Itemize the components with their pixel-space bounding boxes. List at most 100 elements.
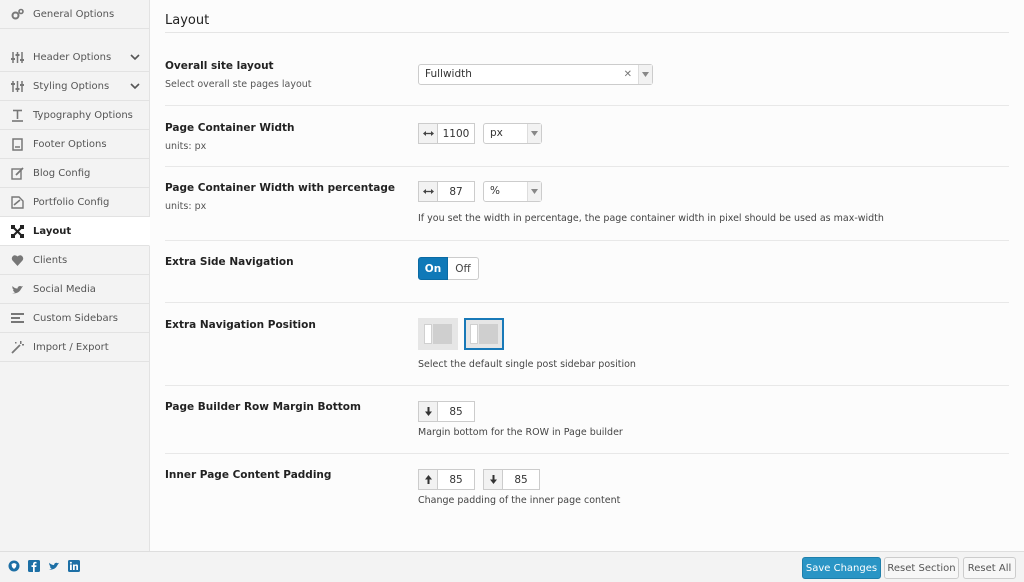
sidebar-item-footer-options[interactable]: Footer Options (0, 130, 149, 159)
row-margin-help: Margin bottom for the ROW in Page builde… (418, 427, 623, 438)
toggle-on-button[interactable]: On (418, 257, 448, 280)
overall-layout-description: Select overall ste pages layout (165, 79, 312, 90)
unit-value: % (490, 185, 500, 197)
extra-side-nav-row: Extra Side Navigation On Off (165, 241, 1009, 303)
sidebar-item-label: Layout (33, 225, 72, 237)
arrow-up-icon (418, 469, 437, 490)
chevron-down-icon[interactable] (130, 52, 140, 62)
row-margin-row: Page Builder Row Margin Bottom 85 Margin… (165, 386, 1009, 454)
text-icon (10, 108, 24, 122)
twitter-icon (10, 282, 24, 296)
left-sidebar-layout-option[interactable] (418, 318, 458, 350)
sidebar-item-portfolio-config[interactable]: Portfolio Config (0, 188, 149, 217)
overall-layout-value: Fullwidth (425, 68, 472, 80)
reset-all-button[interactable]: Reset All (963, 557, 1016, 579)
horizontal-arrows-icon (418, 123, 437, 144)
twitter-icon[interactable] (48, 560, 60, 572)
container-width-percent-help: If you set the width in percentage, the … (418, 213, 884, 224)
container-width-percent-unit-select[interactable]: % (483, 181, 542, 202)
sidebar-item-styling-options[interactable]: Styling Options (0, 72, 149, 101)
sidebar-block (424, 324, 432, 344)
horizontal-arrows-icon (418, 181, 437, 202)
magic-wand-icon (10, 340, 24, 354)
dropdown-arrow-icon[interactable] (527, 124, 541, 143)
sidebar-item-social-media[interactable]: Social Media (0, 275, 149, 304)
sidebar-item-label: Styling Options (33, 80, 110, 92)
extra-side-nav-label: Extra Side Navigation (165, 256, 294, 268)
content-padding-help: Change padding of the inner page content (418, 495, 621, 506)
sidebar-item-label: Header Options (33, 51, 112, 63)
facebook-icon[interactable] (28, 560, 40, 572)
pencil-icon (10, 166, 24, 180)
layout-options-panel: Layout Overall site layout Select overal… (150, 0, 1024, 551)
container-width-unit-select[interactable]: px (483, 123, 542, 144)
sidebar-item-general-options[interactable]: General Options (0, 0, 149, 29)
row-margin-label: Page Builder Row Margin Bottom (165, 401, 361, 413)
content-block (479, 324, 498, 344)
options-sidebar: General Options Header Options Styling O… (0, 0, 150, 551)
sliders-icon (10, 79, 24, 93)
sidebar-item-label: Typography Options (33, 109, 133, 121)
social-links (8, 560, 80, 572)
container-width-input[interactable]: 1100 (437, 123, 475, 144)
sliders-icon (10, 50, 24, 64)
container-width-percent-units: units: px (165, 201, 207, 212)
content-padding-label: Inner Page Content Padding (165, 469, 332, 481)
sidebar-block (470, 324, 478, 344)
left-sidebar-layout-option-selected[interactable] (464, 318, 504, 350)
list-icon (10, 311, 24, 325)
sidebar-item-header-options[interactable]: Header Options (0, 43, 149, 72)
sidebar-item-blog-config[interactable]: Blog Config (0, 159, 149, 188)
linkedin-icon[interactable] (68, 560, 80, 572)
arrow-down-icon (418, 401, 437, 422)
container-width-percent-label: Page Container Width with percentage (165, 182, 395, 194)
chevron-down-icon[interactable] (130, 81, 140, 91)
sidebar-item-typography-options[interactable]: Typography Options (0, 101, 149, 130)
sidebar-item-label: Custom Sidebars (33, 312, 118, 324)
row-margin-input[interactable]: 85 (437, 401, 475, 422)
document-icon (10, 137, 24, 151)
shield-icon[interactable] (8, 560, 20, 572)
dropdown-arrow-icon[interactable] (638, 65, 652, 84)
extra-nav-position-help: Select the default single post sidebar p… (418, 359, 636, 370)
sidebar-item-label: Portfolio Config (33, 196, 110, 208)
sidebar-item-label: Blog Config (33, 167, 91, 179)
sidebar-item-label: Clients (33, 254, 68, 266)
content-block (433, 324, 452, 344)
padding-top-input[interactable]: 85 (437, 469, 475, 490)
extra-nav-position-row: Extra Navigation Position Select the def… (165, 303, 1009, 386)
container-width-units: units: px (165, 141, 207, 152)
page-title: Layout (165, 13, 210, 28)
content-padding-row: Inner Page Content Padding 85 85 Change … (165, 454, 1009, 524)
padding-bottom-input[interactable]: 85 (502, 469, 540, 490)
overall-layout-select[interactable]: Fullwidth ✕ (418, 64, 653, 85)
sidebar-item-label: Import / Export (33, 341, 109, 353)
arrow-down-icon (483, 469, 502, 490)
heart-icon (10, 253, 24, 267)
unit-value: px (490, 127, 503, 139)
sidebar-item-layout[interactable]: Layout (0, 217, 150, 246)
container-width-label: Page Container Width (165, 122, 295, 134)
container-width-percent-row: Page Container Width with percentage uni… (165, 167, 1009, 241)
overall-layout-row: Overall site layout Select overall ste p… (165, 33, 1009, 106)
overall-layout-label: Overall site layout (165, 60, 274, 72)
gears-icon (10, 7, 24, 21)
sidebar-item-label: Social Media (33, 283, 96, 295)
sidebar-item-custom-sidebars[interactable]: Custom Sidebars (0, 304, 149, 333)
container-width-percent-input[interactable]: 87 (437, 181, 475, 202)
save-changes-button[interactable]: Save Changes (802, 557, 881, 579)
extra-side-nav-toggle[interactable]: On Off (418, 257, 479, 280)
sidebar-item-import-export[interactable]: Import / Export (0, 333, 149, 362)
sidebar-item-clients[interactable]: Clients (0, 246, 149, 275)
extra-nav-position-label: Extra Navigation Position (165, 319, 316, 331)
portfolio-icon (10, 195, 24, 209)
reset-section-button[interactable]: Reset Section (884, 557, 959, 579)
sidebar-item-label: Footer Options (33, 138, 107, 150)
toggle-off-button[interactable]: Off (448, 257, 479, 280)
sidebar-item-label: General Options (33, 8, 115, 20)
container-width-row: Page Container Width units: px 1100 px (165, 106, 1009, 167)
clear-icon[interactable]: ✕ (624, 65, 632, 84)
options-footer: Save Changes Reset Section Reset All (0, 551, 1024, 582)
arrows-expand-icon (10, 224, 24, 238)
dropdown-arrow-icon[interactable] (527, 182, 541, 201)
